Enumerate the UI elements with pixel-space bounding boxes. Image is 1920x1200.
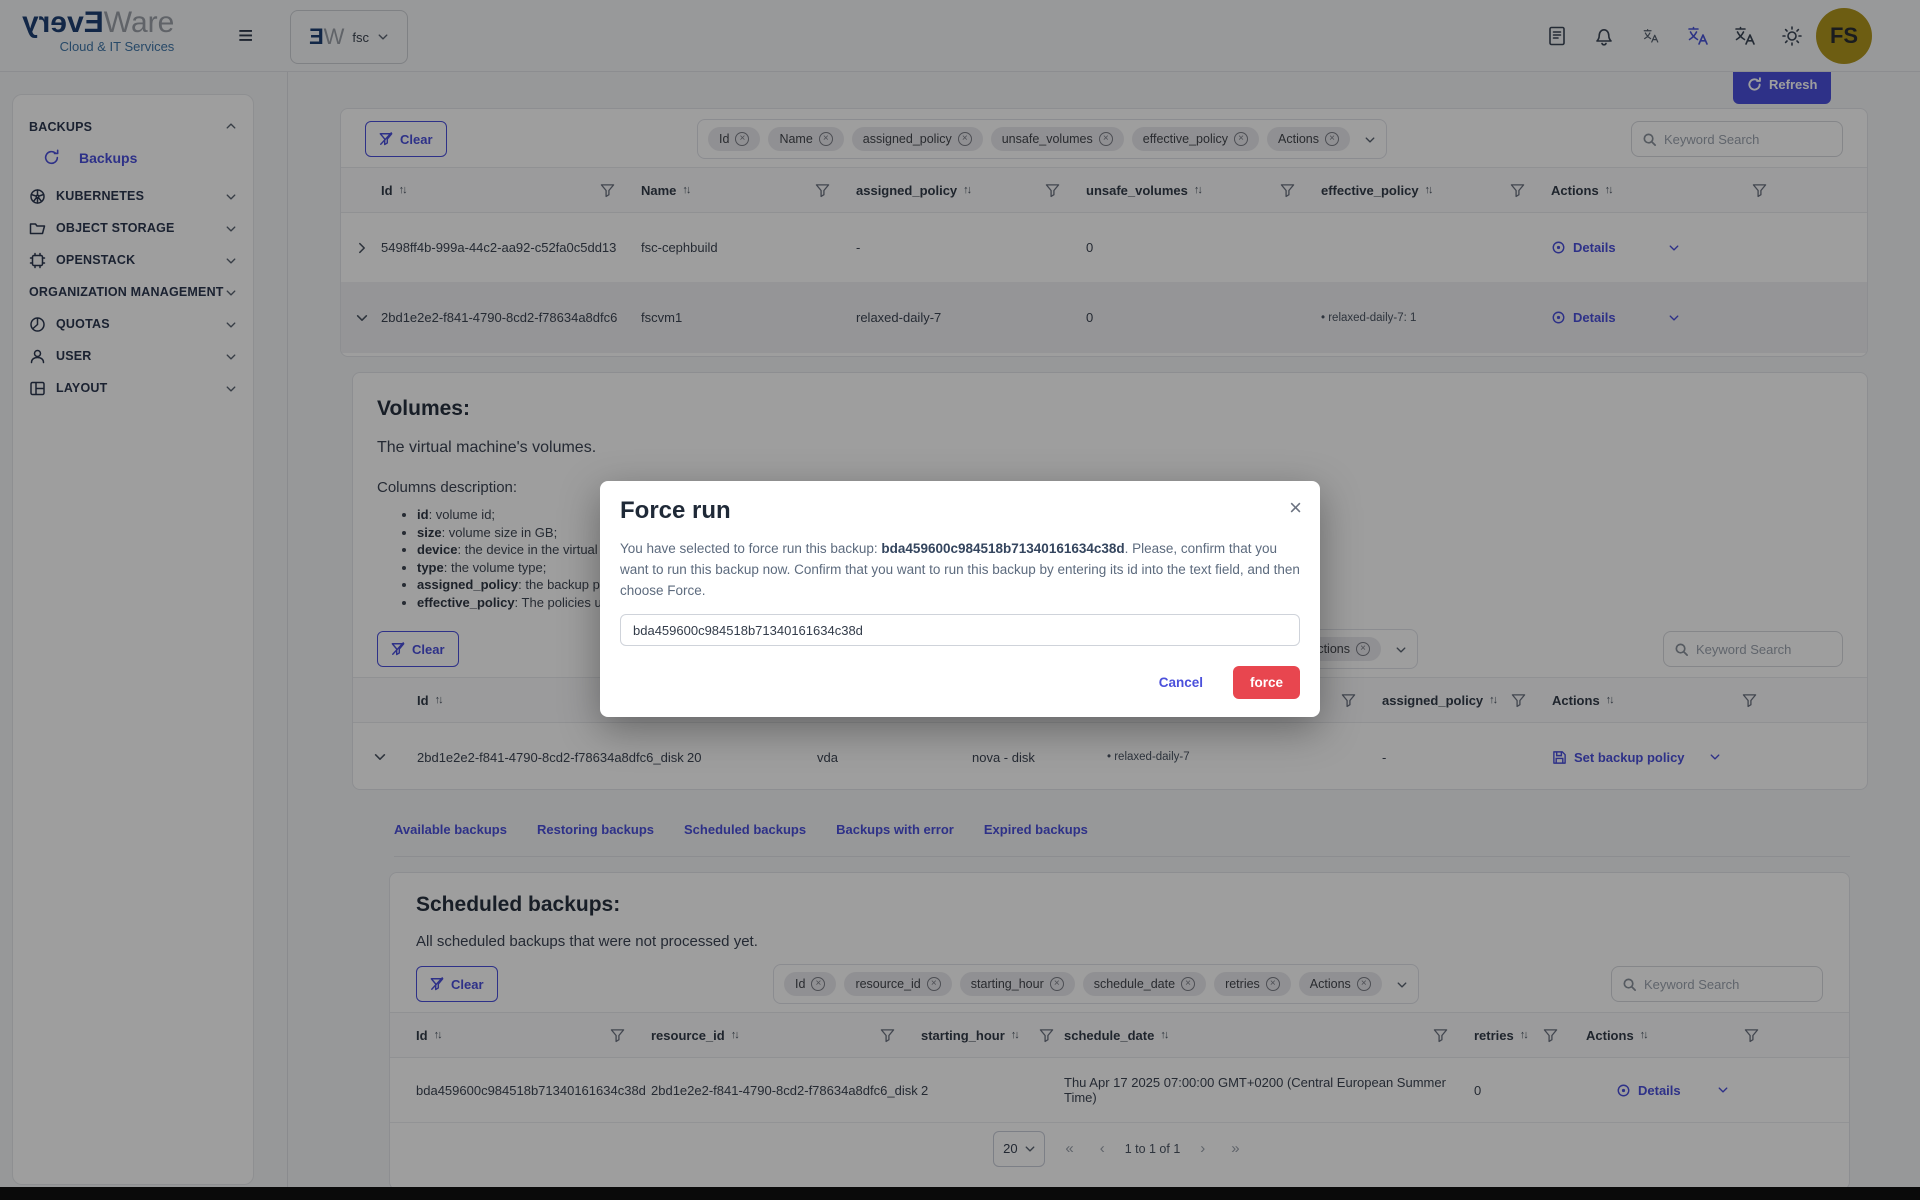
dialog-message: You have selected to force run this back…	[620, 538, 1300, 601]
dialog-title: Force run	[620, 497, 1300, 525]
close-icon[interactable]: ×	[1289, 497, 1302, 519]
app-page: EveryWare Cloud & IT Services ≡ EW fsc F…	[0, 0, 1920, 1200]
backup-id-confirm-input[interactable]	[620, 614, 1300, 646]
force-button[interactable]: force	[1233, 666, 1300, 699]
cancel-button[interactable]: Cancel	[1159, 675, 1203, 690]
force-run-dialog: Force run × You have selected to force r…	[600, 481, 1320, 717]
backup-id-text: bda459600c984518b71340161634c38d	[881, 541, 1124, 556]
